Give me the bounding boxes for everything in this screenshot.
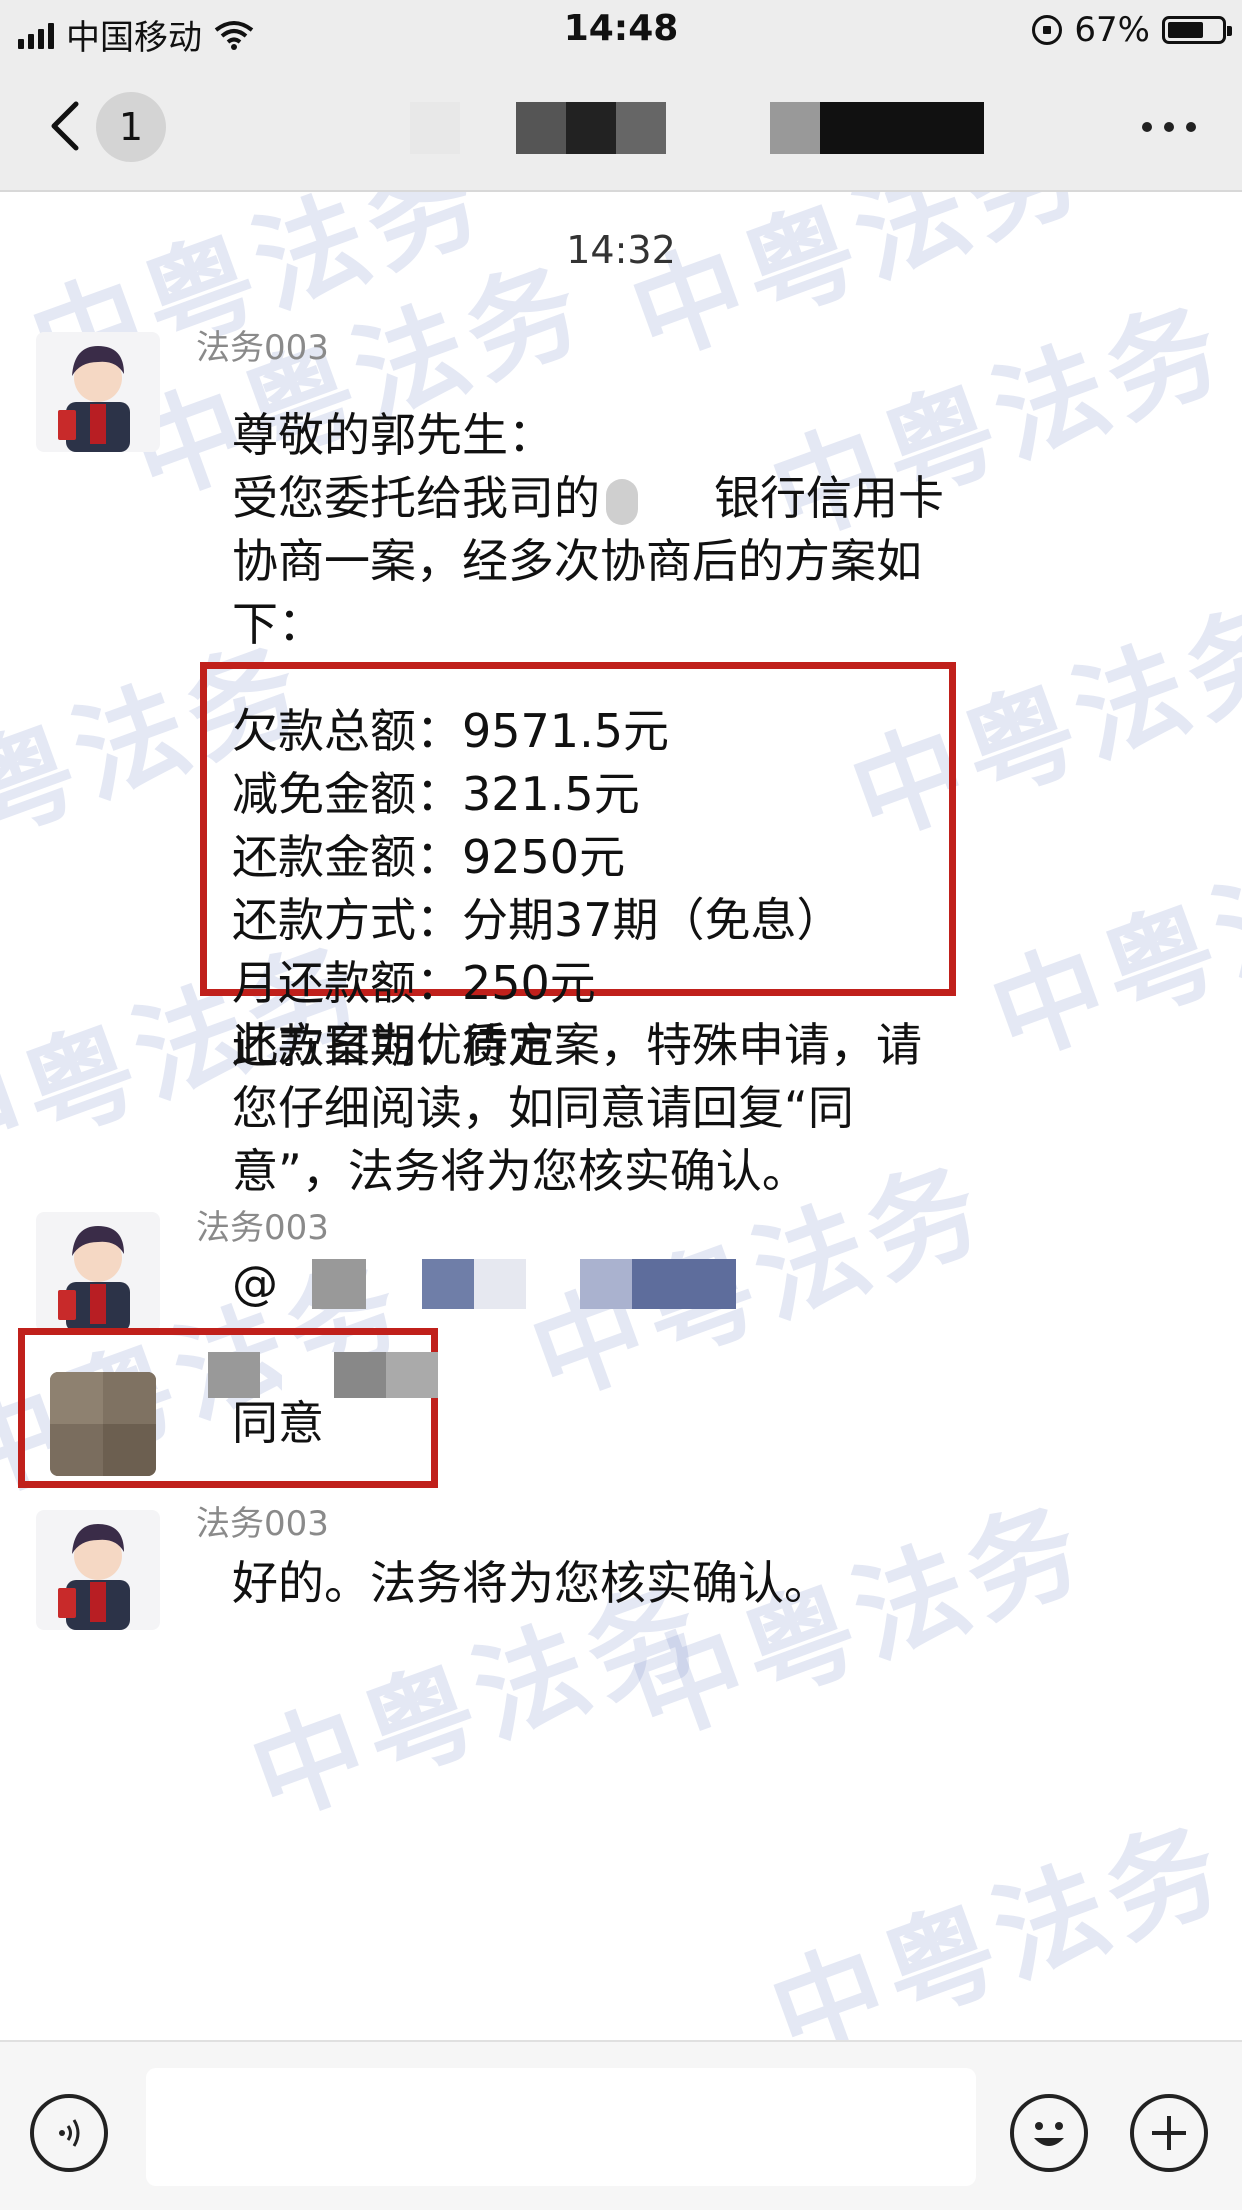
battery-percent: 67% bbox=[1074, 10, 1150, 50]
input-bar bbox=[0, 2040, 1242, 2210]
user-avatar-blurred[interactable] bbox=[50, 1372, 156, 1476]
sender-name: 法务003 bbox=[196, 1208, 329, 1248]
plan-row: 月还款额：250元 bbox=[232, 956, 596, 1010]
avatar[interactable] bbox=[36, 1212, 160, 1332]
redaction-block bbox=[516, 102, 566, 154]
mention-symbol: @ bbox=[232, 1256, 278, 1310]
rotation-lock-icon bbox=[1032, 15, 1063, 45]
lawyer-avatar-icon bbox=[58, 1226, 130, 1332]
redaction-block bbox=[820, 102, 984, 154]
message-timestamp: 14:32 bbox=[566, 228, 676, 272]
redaction-block bbox=[770, 102, 820, 154]
message-line: 意”，法务将为您核实确认。 bbox=[232, 1144, 808, 1198]
battery-fill bbox=[1168, 22, 1203, 38]
redaction-blur bbox=[580, 1258, 632, 1309]
reply-text[interactable]: 同意 bbox=[232, 1392, 324, 1455]
redaction-blur bbox=[474, 1258, 526, 1309]
message-note[interactable]: 此方案为优质方案，特殊申请，请 您仔细阅读，如同意请回复“同 意”，法务将为您核… bbox=[232, 1014, 1052, 1203]
message-fragment: 银行信用卡 bbox=[714, 471, 944, 525]
redaction-block bbox=[616, 102, 666, 154]
voice-icon[interactable] bbox=[30, 2094, 108, 2172]
plan-row: 减免金额：321.5元 bbox=[232, 767, 640, 821]
redaction-blur bbox=[312, 1258, 366, 1309]
lawyer-avatar-icon bbox=[58, 346, 130, 452]
watermark: 中粤法务 bbox=[755, 1800, 1242, 2040]
message-line: 协商一案，经多次协商后的方案如 bbox=[232, 534, 922, 588]
message-line: 受您委托给我司的 银行信用卡 bbox=[232, 467, 1032, 530]
message-line: 尊敬的郭先生： bbox=[232, 408, 554, 462]
status-bar: 中国移动 14:48 67% bbox=[0, 0, 1242, 62]
chat-title-redacted bbox=[410, 102, 984, 154]
battery-icon bbox=[1162, 16, 1232, 44]
message-line: 您仔细阅读，如同意请回复“同 bbox=[232, 1081, 854, 1135]
watermark: 中粤法务 bbox=[615, 192, 1104, 383]
emoji-icon[interactable] bbox=[1010, 2094, 1088, 2172]
sender-name: 法务003 bbox=[196, 328, 329, 368]
message-text[interactable]: 好的。法务将为您核实确认。 bbox=[232, 1552, 1052, 1615]
message-line: 下： bbox=[232, 597, 324, 651]
plan-row: 还款金额：9250元 bbox=[232, 830, 626, 884]
sender-name: 法务003 bbox=[196, 1504, 329, 1544]
redaction-blur bbox=[422, 1258, 474, 1309]
message-line: 此方案为优质方案，特殊申请，请 bbox=[232, 1018, 922, 1072]
avatar[interactable] bbox=[36, 332, 160, 452]
plan-row: 欠款总额：9571.5元 bbox=[232, 704, 669, 758]
avatar[interactable] bbox=[36, 1510, 160, 1630]
message-input[interactable] bbox=[146, 2068, 976, 2186]
message-mention[interactable]: @ bbox=[232, 1252, 1052, 1315]
redaction-block bbox=[410, 102, 460, 154]
lawyer-avatar-icon bbox=[58, 1524, 130, 1630]
plan-row: 还款方式：分期37期（免息） bbox=[232, 893, 843, 947]
back-icon[interactable] bbox=[46, 100, 86, 152]
chat-area[interactable]: 中粤法务 中粤法务 中粤法务 中粤法务 中粤法务 中粤法务 中粤法务 中粤法务 … bbox=[0, 192, 1242, 2040]
redaction-blur bbox=[606, 478, 638, 525]
redaction-blur bbox=[632, 1258, 736, 1309]
plus-icon[interactable] bbox=[1130, 2094, 1208, 2172]
unread-count-badge[interactable]: 1 bbox=[96, 92, 166, 162]
nav-bar: 1 bbox=[0, 62, 1242, 192]
redaction-block bbox=[566, 102, 616, 154]
more-icon[interactable] bbox=[1142, 122, 1196, 132]
status-right: 67% bbox=[1032, 10, 1232, 50]
message-fragment: 受您委托给我司的 bbox=[232, 471, 600, 525]
message-text[interactable]: 尊敬的郭先生： 受您委托给我司的 银行信用卡 协商一案，经多次协商后的方案如 下： bbox=[232, 404, 1032, 656]
